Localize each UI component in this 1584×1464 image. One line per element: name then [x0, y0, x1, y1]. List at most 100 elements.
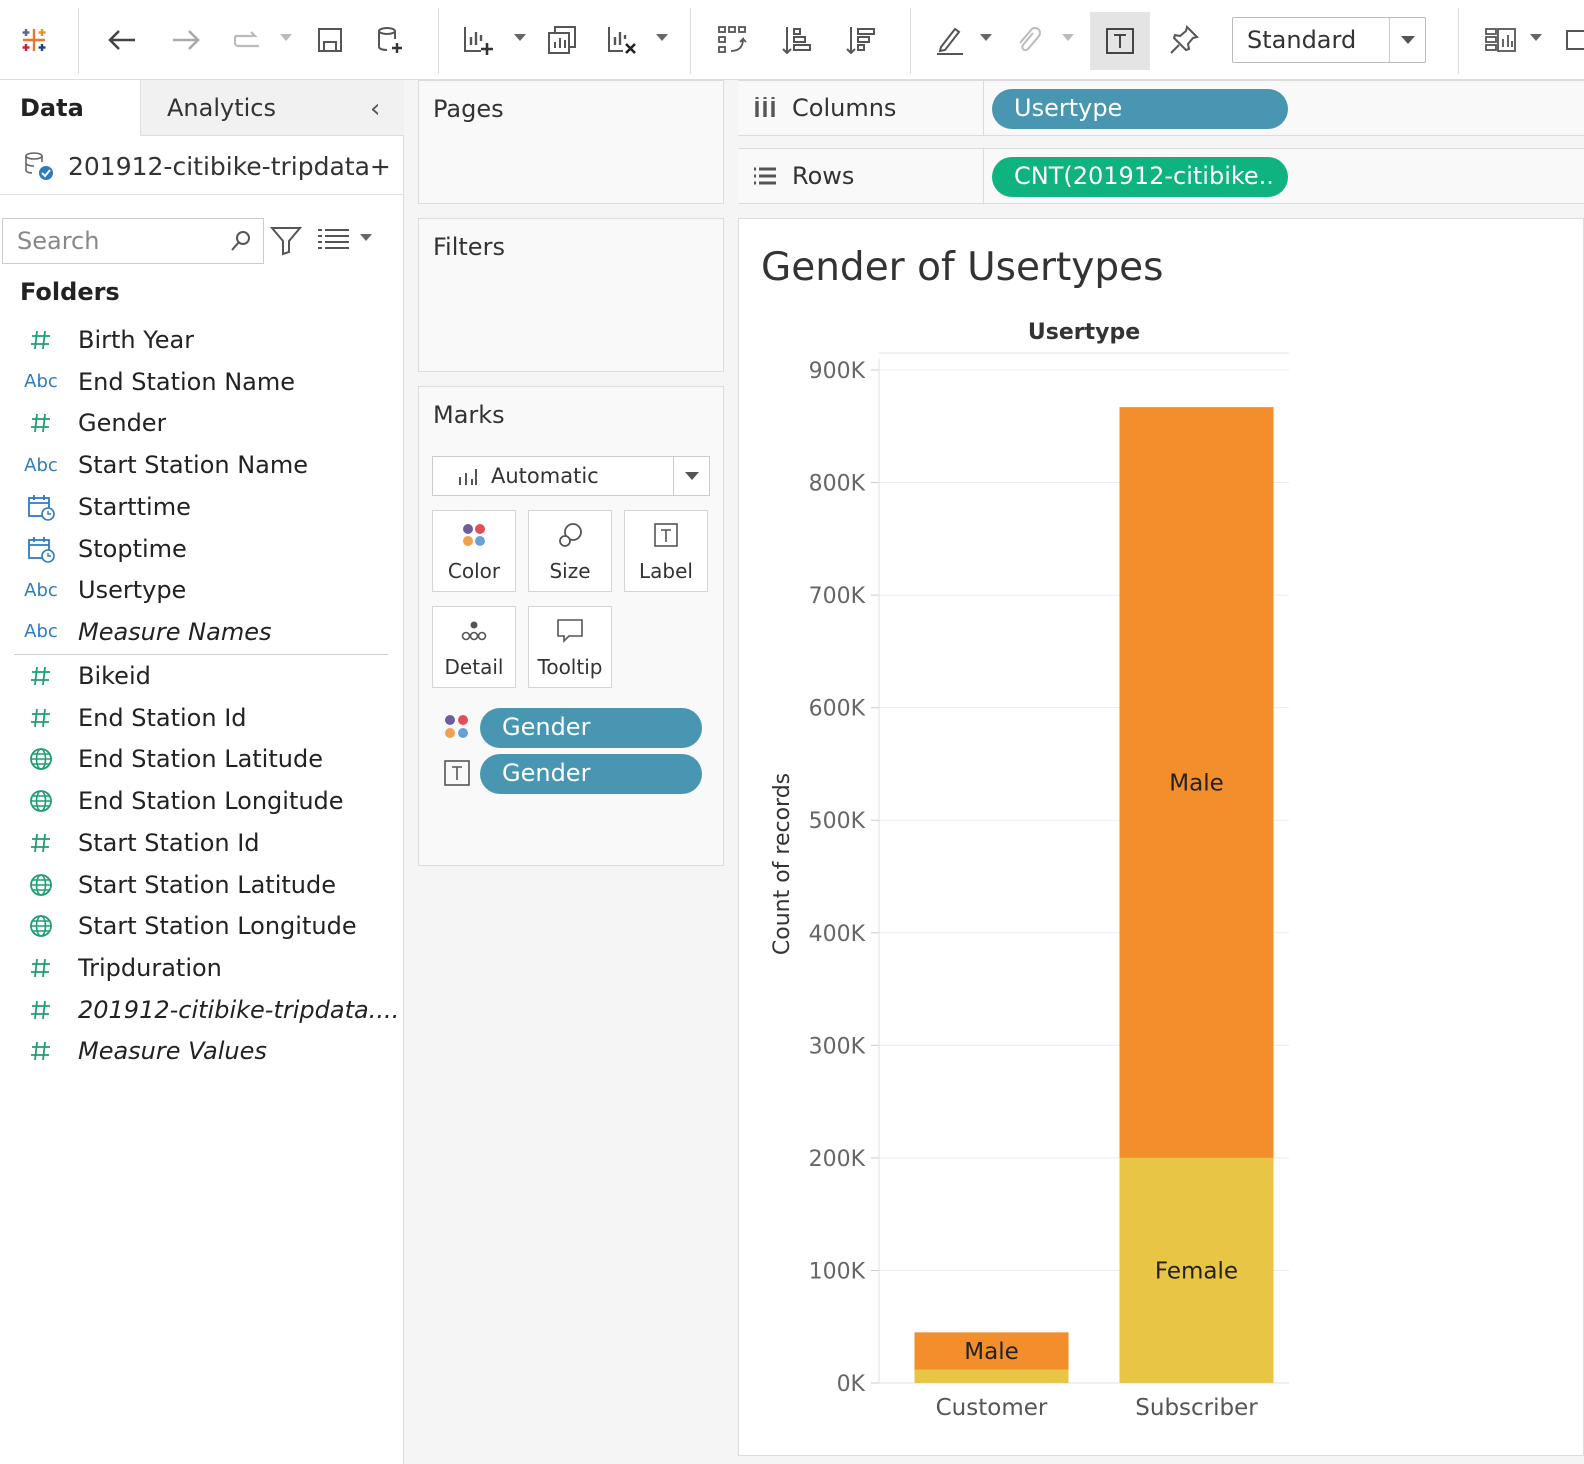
field-item[interactable]: Abc End Station Name	[0, 362, 400, 402]
field-item[interactable]: Abc Start Station Name	[0, 445, 400, 485]
detail-mark-button[interactable]: Detail	[432, 606, 516, 688]
field-item[interactable]: Tripduration	[0, 948, 400, 988]
field-item[interactable]: Gender	[0, 403, 400, 443]
filter-funnel-icon[interactable]	[266, 220, 306, 260]
field-label: Starttime	[78, 492, 191, 521]
sort-ascending-icon[interactable]	[776, 18, 816, 62]
new-worksheet-icon[interactable]	[458, 18, 498, 62]
show-mark-labels-icon[interactable]	[1090, 12, 1150, 70]
clear-dropdown-icon[interactable]	[656, 34, 668, 41]
new-worksheet-dropdown-icon[interactable]	[514, 34, 526, 41]
tableau-logo-icon[interactable]	[14, 18, 54, 62]
field-label: Bikeid	[78, 662, 151, 690]
number-icon	[12, 831, 70, 855]
view-list-icon[interactable]	[314, 220, 354, 260]
field-divider	[14, 654, 388, 655]
show-me-dropdown-icon[interactable]	[1530, 34, 1542, 41]
group-dropdown-icon[interactable]	[1062, 34, 1074, 41]
field-item[interactable]: End Station Latitude	[0, 739, 400, 779]
field-item[interactable]: 201912-citibike-tripdata....	[0, 990, 400, 1030]
field-item[interactable]: Birth Year	[0, 320, 400, 360]
group-paperclip-icon[interactable]	[1008, 18, 1048, 62]
size-mark-button[interactable]: Size	[528, 510, 612, 592]
tooltip-bubble-icon	[557, 619, 583, 643]
field-item[interactable]: Measure Values	[0, 1031, 400, 1071]
y-tick-label: 700K	[809, 584, 866, 609]
y-tick-label: 600K	[809, 697, 866, 722]
label-mark-button[interactable]: Label	[624, 510, 708, 592]
filters-shelf[interactable]: Filters	[418, 218, 724, 372]
globe-icon	[12, 746, 70, 772]
swap-rows-columns-icon[interactable]	[712, 18, 752, 62]
columns-icon	[755, 97, 775, 117]
field-item[interactable]: Abc Usertype	[0, 570, 400, 610]
label-encoding-icon	[444, 760, 470, 786]
color-encoding-icon	[445, 715, 468, 738]
count-row-pill[interactable]: CNT(201912-citibike..	[992, 157, 1288, 197]
field-label: Start Station Longitude	[78, 912, 357, 941]
usertype-column-pill[interactable]: Usertype	[992, 89, 1288, 129]
field-item[interactable]: Stoptime	[0, 529, 400, 569]
tooltip-mark-button[interactable]: Tooltip	[528, 606, 612, 688]
number-icon	[12, 664, 70, 688]
datasource-item[interactable]: 201912-citibike-tripdata+	[22, 146, 402, 186]
fit-select-value: Standard	[1247, 26, 1357, 54]
collapse-pane-icon[interactable]: ‹	[370, 94, 380, 124]
rows-shelf[interactable]: Rows CNT(201912-citibike..	[738, 148, 1584, 204]
fit-select[interactable]: Standard	[1232, 17, 1426, 63]
chevron-down-icon[interactable]	[1389, 18, 1425, 62]
y-tick-label: 0K	[837, 1372, 866, 1397]
color-gender-pill[interactable]: Gender	[480, 708, 702, 748]
color-mark-button[interactable]: Color	[432, 510, 516, 592]
label-gender-pill[interactable]: Gender	[480, 754, 702, 794]
y-tick-label: 300K	[809, 1034, 866, 1059]
save-icon[interactable]	[310, 18, 350, 62]
forward-arrow-icon[interactable]	[166, 18, 206, 62]
string-abc-icon: Abc	[24, 579, 58, 601]
field-item[interactable]: End Station Longitude	[0, 781, 400, 821]
label-mark-label: Label	[639, 559, 693, 583]
redo-replay-icon[interactable]	[226, 18, 266, 62]
field-label: End Station Name	[78, 367, 295, 396]
highlight-dropdown-icon[interactable]	[980, 34, 992, 41]
field-label: Gender	[78, 409, 167, 438]
size-mark-label: Size	[549, 559, 591, 583]
field-item[interactable]: Start Station Id	[0, 823, 400, 863]
new-datasource-icon[interactable]	[370, 18, 410, 62]
chevron-down-icon[interactable]	[673, 457, 709, 495]
bar-label: Male	[964, 1339, 1018, 1365]
pages-shelf[interactable]: Pages	[418, 80, 724, 204]
presentation-icon[interactable]	[1560, 18, 1584, 62]
clear-sheet-icon[interactable]	[602, 18, 642, 62]
highlight-pen-icon[interactable]	[930, 18, 970, 62]
fix-axes-pin-icon[interactable]	[1164, 18, 1204, 62]
back-arrow-icon[interactable]	[102, 18, 142, 62]
field-item[interactable]: Start Station Latitude	[0, 865, 400, 905]
mark-type-value: Automatic	[491, 464, 599, 488]
columns-shelf[interactable]: Columns Usertype	[738, 80, 1584, 136]
rows-label: Rows	[792, 162, 855, 190]
string-abc-icon: Abc	[24, 621, 58, 643]
replay-dropdown-icon[interactable]	[280, 34, 292, 41]
size-circles-icon	[559, 523, 582, 547]
bar-chart: Usertype 0K 100K 200K 300K 400K 500K 600K 700K 80…	[770, 320, 1289, 1421]
field-item[interactable]: End Station Id	[0, 698, 400, 738]
field-item[interactable]: Start Station Longitude	[0, 906, 400, 946]
field-label: End Station Id	[78, 703, 247, 732]
x-tick-label: Subscriber	[1135, 1395, 1258, 1421]
sort-descending-icon[interactable]	[840, 18, 880, 62]
folders-heading: Folders	[20, 278, 120, 306]
search-input[interactable]: Search	[2, 218, 264, 264]
field-item[interactable]: Bikeid	[0, 656, 400, 696]
tab-data[interactable]: Data	[0, 80, 140, 136]
show-me-icon[interactable]	[1480, 18, 1520, 62]
field-item[interactable]: Starttime	[0, 487, 400, 527]
tab-analytics[interactable]: Analytics	[140, 80, 404, 136]
y-axis-label: Count of records	[770, 773, 795, 955]
field-label: Usertype	[78, 576, 187, 605]
globe-icon	[12, 788, 70, 814]
duplicate-sheet-icon[interactable]	[542, 18, 582, 62]
view-options-dropdown-icon[interactable]	[360, 234, 372, 241]
field-item[interactable]: Abc Measure Names	[0, 612, 400, 652]
mark-type-select[interactable]: Automatic	[432, 456, 710, 496]
